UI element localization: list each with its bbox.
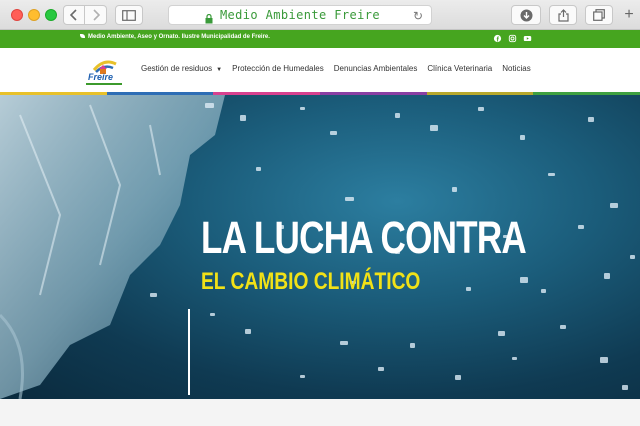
facebook-icon[interactable] bbox=[492, 33, 503, 44]
below-fold-section bbox=[0, 399, 640, 426]
address-bar[interactable]: Medio Ambiente Freire ↻ bbox=[168, 5, 432, 25]
nav-item-label: Protección de Humedales bbox=[232, 64, 324, 73]
logo-underline bbox=[86, 83, 122, 85]
nav-item-label: Clínica Veterinaria bbox=[427, 64, 493, 73]
site-header: Freire Gestión de residuos ▼ Protección d… bbox=[0, 48, 640, 92]
reload-icon[interactable]: ↻ bbox=[413, 9, 423, 23]
nav-item-clinica-veterinaria[interactable]: Clínica Veterinaria bbox=[427, 64, 502, 75]
site-logo[interactable]: Freire bbox=[86, 56, 122, 90]
nav-item-denuncias-ambientales[interactable]: Denuncias Ambientales bbox=[334, 64, 428, 75]
nav-item-noticias[interactable]: Noticias bbox=[502, 64, 540, 75]
back-icon bbox=[70, 9, 78, 21]
download-icon bbox=[520, 9, 533, 22]
share-icon bbox=[557, 8, 569, 22]
lock-icon bbox=[205, 11, 213, 29]
leaf-icon bbox=[80, 34, 85, 39]
instagram-icon[interactable] bbox=[507, 33, 518, 44]
nav-item-proteccion-humedales[interactable]: Protección de Humedales bbox=[232, 64, 334, 75]
zoom-window-button[interactable] bbox=[45, 9, 57, 21]
nav-item-label: Gestión de residuos bbox=[141, 64, 213, 73]
browser-toolbar: Medio Ambiente Freire ↻ + bbox=[0, 0, 640, 30]
nav-item-gestion-residuos[interactable]: Gestión de residuos ▼ bbox=[141, 64, 232, 75]
sidebar-button[interactable] bbox=[115, 5, 143, 25]
hero-accent-line bbox=[188, 309, 190, 395]
sidebar-icon bbox=[122, 9, 136, 21]
main-navigation: Gestión de residuos ▼ Protección de Humed… bbox=[141, 64, 541, 75]
topbar-message: Medio Ambiente, Aseo y Ornato. Ilustre M… bbox=[80, 34, 270, 40]
logo-text: Freire bbox=[88, 72, 114, 82]
forward-icon bbox=[92, 9, 100, 21]
show-tabs-button[interactable] bbox=[585, 5, 613, 25]
new-tab-icon[interactable]: + bbox=[621, 7, 637, 23]
hero-title: LA LUCHA CONTRA bbox=[201, 212, 527, 263]
close-window-button[interactable] bbox=[11, 9, 23, 21]
nav-item-label: Denuncias Ambientales bbox=[333, 64, 418, 73]
forward-button[interactable] bbox=[85, 5, 107, 25]
page-title-in-address-bar: Medio Ambiente Freire bbox=[219, 8, 381, 22]
topbar-message-text: Medio Ambiente, Aseo y Ornato. Ilustre M… bbox=[88, 34, 270, 40]
chevron-down-icon: ▼ bbox=[216, 67, 223, 73]
hero-subtitle: EL CAMBIO CLIMÁTICO bbox=[201, 268, 421, 295]
nav-item-label: Noticias bbox=[502, 64, 531, 73]
top-info-bar: Medio Ambiente, Aseo y Ornato. Ilustre M… bbox=[0, 30, 640, 48]
tabs-icon bbox=[593, 9, 605, 21]
youtube-icon[interactable] bbox=[522, 33, 533, 44]
downloads-button[interactable] bbox=[511, 5, 541, 25]
share-button[interactable] bbox=[549, 5, 577, 25]
back-button[interactable] bbox=[63, 5, 85, 25]
minimize-window-button[interactable] bbox=[28, 9, 40, 21]
